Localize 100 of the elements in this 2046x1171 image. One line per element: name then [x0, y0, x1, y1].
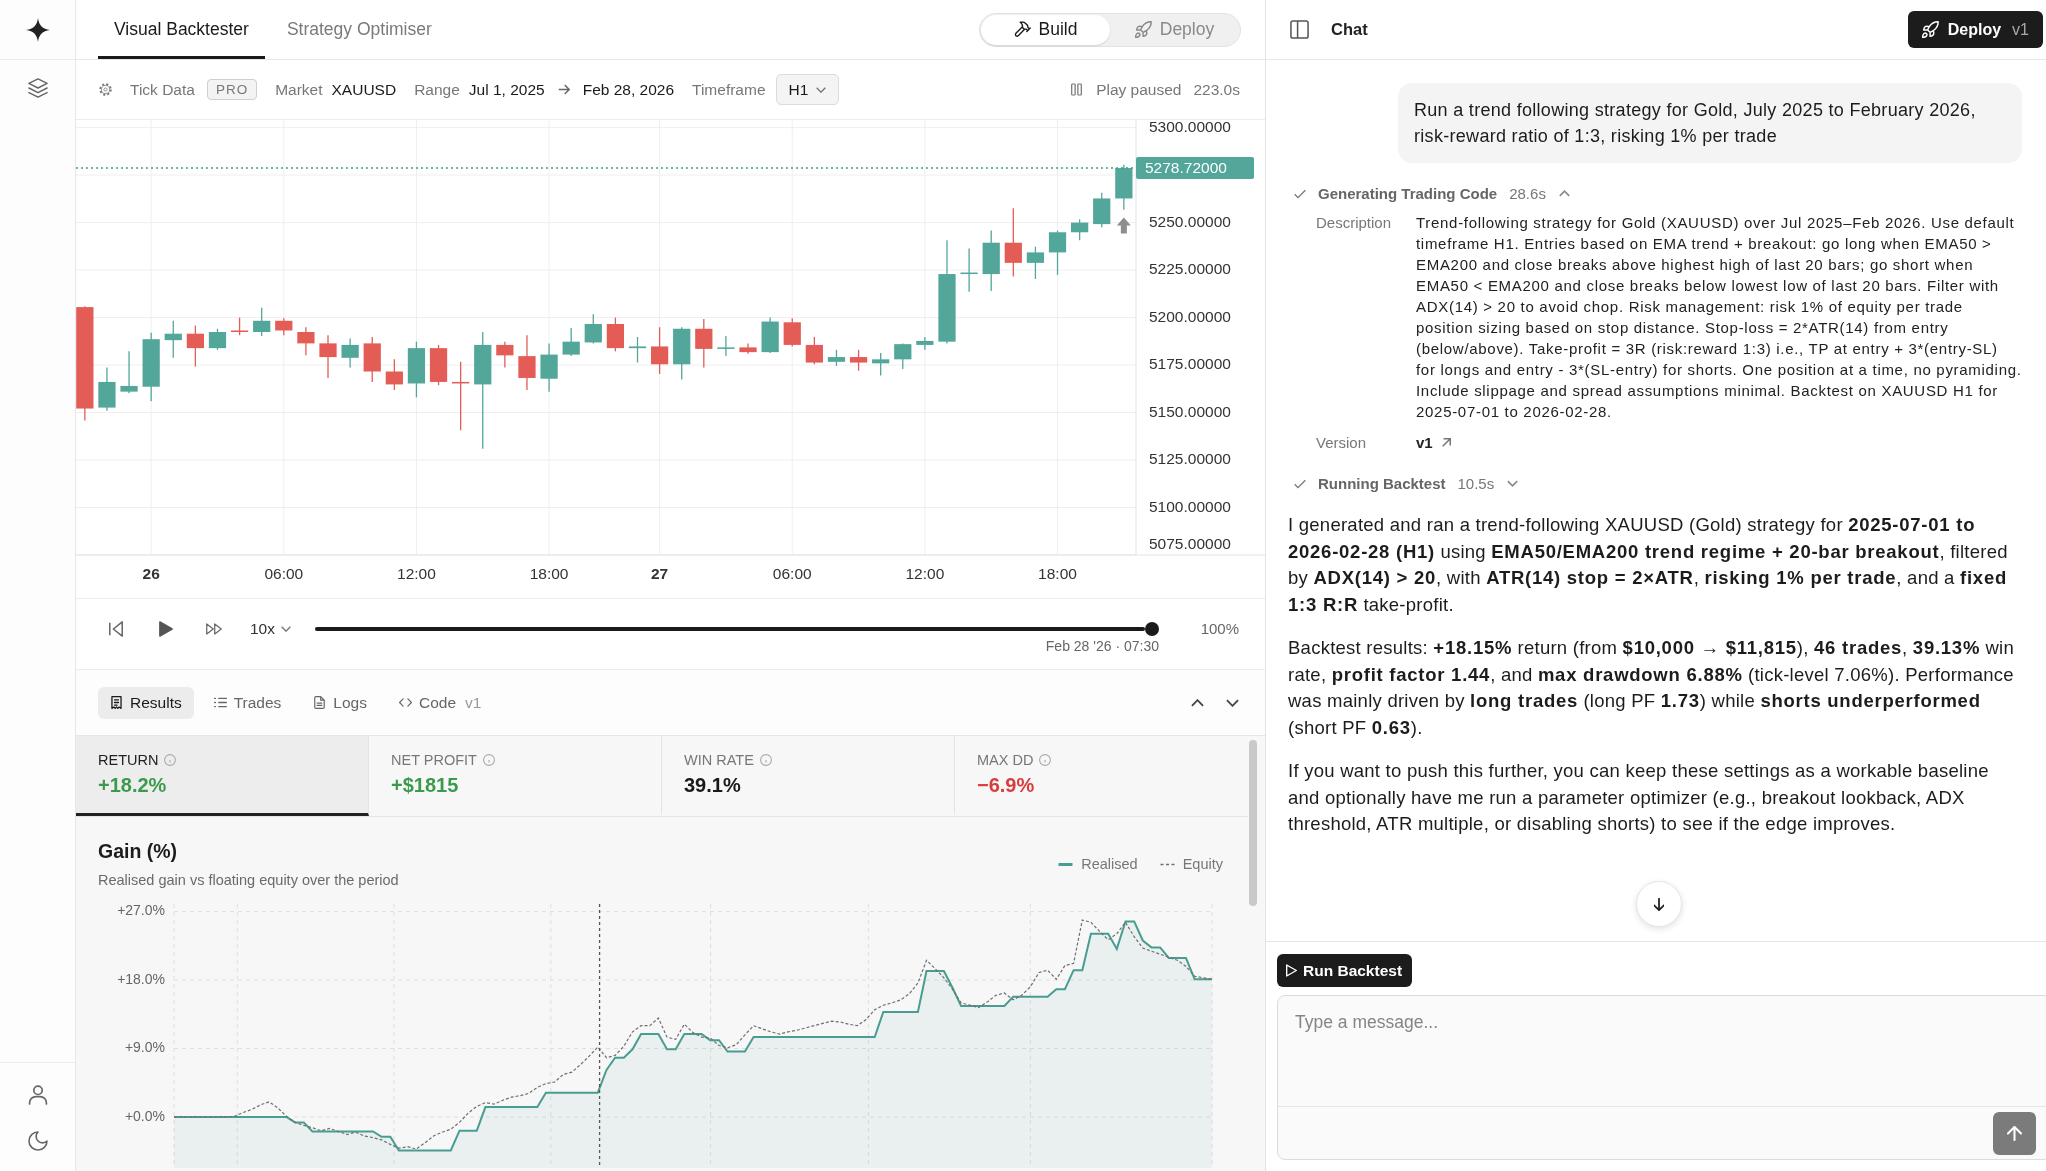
results-tab[interactable]: Results: [98, 686, 194, 719]
time-label: 18:00: [1038, 565, 1077, 582]
chevron-down-icon: [816, 86, 827, 93]
metric-value: +18.2%: [98, 774, 167, 797]
range-label: Range: [414, 80, 460, 99]
price-label: 5150.00000: [1149, 402, 1231, 420]
version-link[interactable]: v1: [1416, 434, 1433, 451]
price-label: 5225.00000: [1149, 260, 1231, 278]
price-label: 5075.00000: [1149, 535, 1231, 553]
price-label: 5300.00000: [1149, 120, 1231, 135]
message-input[interactable]: Type a message...: [1278, 996, 2046, 1106]
axis-label: +9.0%: [124, 1039, 165, 1056]
user-message: Run a trend following strategy for Gold, July 2025 to February 2026, risk-reward ratio of 1:3, risking 1% per trade: [1398, 83, 2022, 163]
time-label: 26: [142, 565, 160, 582]
results-tab[interactable]: Logs: [301, 686, 379, 719]
metric-card[interactable]: NET PROFIT +$1815: [369, 736, 662, 816]
scrollbar[interactable]: [1249, 740, 1257, 906]
metric-label: WIN RATE: [684, 752, 754, 768]
composer[interactable]: Type a message...: [1277, 995, 2046, 1160]
play-status: Play paused: [1096, 80, 1182, 99]
user-icon[interactable]: [27, 1085, 48, 1105]
layers-icon[interactable]: [27, 78, 48, 98]
metric-value: +$1815: [391, 774, 459, 797]
range-end: Feb 28, 2026: [582, 80, 675, 99]
step-duration: 10.5s: [1457, 475, 1495, 492]
chevron-down-icon: [281, 626, 291, 632]
time-label: 06:00: [264, 565, 304, 582]
metric-card[interactable]: WIN RATE 39.1%: [662, 736, 955, 816]
results-tab[interactable]: Code v1: [387, 686, 494, 719]
panel-icon[interactable]: [1290, 20, 1309, 39]
chevron-down-icon[interactable]: [1226, 698, 1239, 707]
arrow-down-icon: [1654, 897, 1664, 911]
moon-icon[interactable]: [27, 1131, 48, 1151]
assistant-message: If you want to push this further, you can keep these settings as a workable baseline and optionally have me run a parameter optimizer (e.g., breakout lookback, ADX threshold, ATR multiple, or disabling shorts) to see if the edge improves.: [1288, 759, 1990, 836]
rocket-icon: [1921, 21, 1939, 38]
step-label: Generating Trading Code: [1318, 185, 1498, 202]
settings-icon[interactable]: [98, 82, 113, 97]
arrow-up-right-icon[interactable]: [1441, 438, 1451, 447]
timeframe-dropdown[interactable]: H1: [775, 74, 840, 105]
results-tab[interactable]: Trades: [201, 686, 294, 719]
detail-text: Trend-following strategy for Gold (XAUUSD) over Jul 2025–Feb 2026. Use default timeframe H1. Entries based on EMA trend + breakout: go long when EMA50 > EMA200 and close breaks above highest high of last 20 bars; go short when EMA50 < EMA200 and close breaks below lowest low of last 20 bars. Filter with ADX(14) > 20 to avoid chop. Risk management: risk 1% of equity per trade position sizing based on stop distance. Stop-loss = 2*ATR(14) from entry (below/above). Take-profit = 3R (risk:reward 1:3) i.e., TP at entry + 3*(entry-SL) for longs and entry - 3*(SL-entry) for shorts. One position at a time, no pyramiding. Include slippage and spread assumptions minimal. Backtest on XAUUSD H1 for 2025-07-01 to 2026-02-28.: [1416, 213, 2022, 422]
metric-value: −6.9%: [977, 774, 1035, 797]
metric-label: NET PROFIT: [391, 752, 477, 768]
elapsed-time: 223.0s: [1193, 80, 1240, 99]
price-label: 5125.00000: [1149, 450, 1231, 468]
price-label: 5250.00000: [1149, 212, 1231, 230]
metric-label: MAX DD: [977, 752, 1034, 768]
time-label: 12:00: [905, 565, 945, 582]
mode-tab[interactable]: Build: [981, 14, 1110, 45]
pause-icon[interactable]: [1071, 83, 1083, 96]
chevron-up-icon[interactable]: [1191, 698, 1204, 707]
metric-card[interactable]: MAX DD −6.9%: [955, 736, 1248, 816]
scroll-down-button[interactable]: [1636, 881, 1682, 927]
detail-label: Version: [1316, 433, 1368, 453]
fast-forward-icon[interactable]: [206, 621, 222, 637]
legend-label: Realised: [1081, 856, 1138, 872]
rocket-icon: [1134, 21, 1152, 38]
document-icon: [313, 696, 327, 709]
timeframe-label: Timeframe: [692, 80, 766, 99]
time-label: 12:00: [397, 565, 436, 582]
star-logo-icon[interactable]: [25, 17, 50, 42]
metric-card[interactable]: RETURN +18.2%: [76, 736, 369, 816]
step-duration: 28.6s: [1509, 185, 1546, 202]
receipt-icon: [110, 696, 123, 709]
hammer-icon: [1013, 21, 1031, 38]
market-value: XAUUSD: [331, 80, 397, 99]
slider-thumb[interactable]: [1145, 622, 1159, 636]
arrow-right-icon: [557, 84, 570, 95]
metric-value: 39.1%: [684, 774, 741, 797]
data-source-label: Tick Data: [130, 80, 195, 99]
panel-title: Chat: [1331, 20, 1368, 39]
market-label: Market: [275, 80, 323, 99]
price-label: 5200.00000: [1149, 307, 1231, 325]
legend-label: Equity: [1182, 856, 1223, 872]
assistant-message: Backtest results: +18.15% return (from $10,000 → $11,815), 46 trades, 39.13% win rate, profit factor 1.44, and max drawdown 6.88% (tick-level 7.06%). Performance was mainly driven by long trades (long PF 1.73) while shorts underperformed (short PF 0.63).: [1288, 636, 2015, 740]
tab[interactable]: Strategy Optimiser: [270, 0, 448, 59]
code-icon: [399, 696, 412, 709]
tab[interactable]: Visual Backtester: [98, 0, 265, 59]
range-start: Jul 1, 2025: [468, 80, 545, 99]
arrow-up-icon: [2007, 1125, 2022, 1141]
chart-subtitle: Realised gain vs floating equity over the period: [98, 872, 399, 888]
metric-label: RETURN: [98, 752, 159, 768]
playback-time: Feb 28 '26 · 07:30: [1045, 638, 1159, 654]
speed-dropdown[interactable]: 10x: [250, 621, 291, 637]
deploy-button[interactable]: Deploy v1: [1907, 11, 2043, 48]
axis-label: +0.0%: [124, 1107, 165, 1124]
chart-title: Gain (%): [98, 840, 179, 863]
run-backtest-button[interactable]: Run Backtest: [1277, 954, 1413, 987]
play-icon[interactable]: [159, 621, 173, 637]
list-icon: [213, 696, 227, 709]
price-label: 5175.00000: [1149, 355, 1231, 373]
axis-label: +18.0%: [117, 970, 165, 987]
price-label: 5100.00000: [1149, 497, 1231, 515]
detail-label: Description: [1316, 213, 1393, 233]
time-label: 27: [651, 565, 669, 582]
time-label: 18:00: [529, 565, 569, 582]
price-badge: 5278.72000: [1136, 157, 1254, 180]
axis-label: +27.0%: [117, 902, 165, 919]
skip-back-icon[interactable]: [108, 621, 124, 637]
pro-tag: PRO: [206, 79, 258, 100]
